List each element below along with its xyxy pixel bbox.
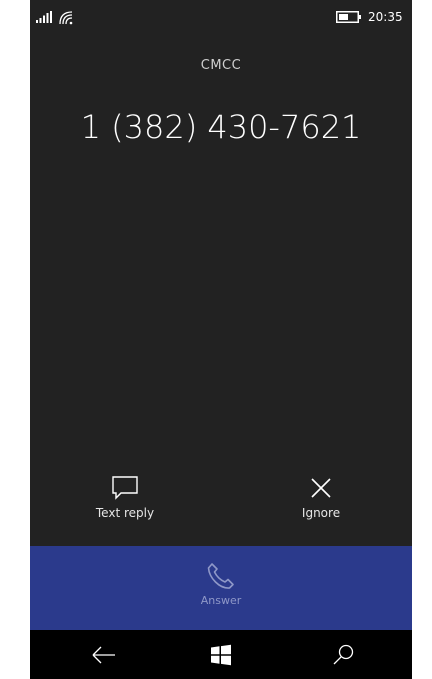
signal-icon (36, 11, 52, 23)
answer-bar: Answer (30, 546, 412, 630)
incoming-call-screen: 20:35 CMCC 1 (382) 430-7621 Text reply I… (30, 0, 412, 679)
ignore-label: Ignore (301, 506, 341, 520)
navigation-bar (30, 630, 412, 679)
battery-icon (336, 11, 361, 23)
text-reply-button[interactable]: Text reply (70, 476, 180, 520)
carrier-name: CMCC (200, 58, 242, 73)
status-bar: 20:35 (30, 0, 412, 32)
ignore-button[interactable]: Ignore (266, 476, 376, 520)
phone-icon (207, 563, 234, 589)
answer-button[interactable]: Answer (171, 562, 271, 622)
search-icon[interactable] (328, 640, 358, 670)
text-reply-label: Text reply (95, 506, 155, 520)
wifi-icon (59, 11, 73, 25)
close-icon (311, 478, 331, 498)
back-arrow-icon[interactable] (89, 640, 119, 670)
answer-label: Answer (200, 594, 242, 607)
caller-number: 1 (382) 430-7621 (80, 108, 362, 146)
windows-icon[interactable] (206, 640, 236, 670)
status-time: 20:35 (368, 10, 403, 24)
message-icon (112, 476, 138, 500)
